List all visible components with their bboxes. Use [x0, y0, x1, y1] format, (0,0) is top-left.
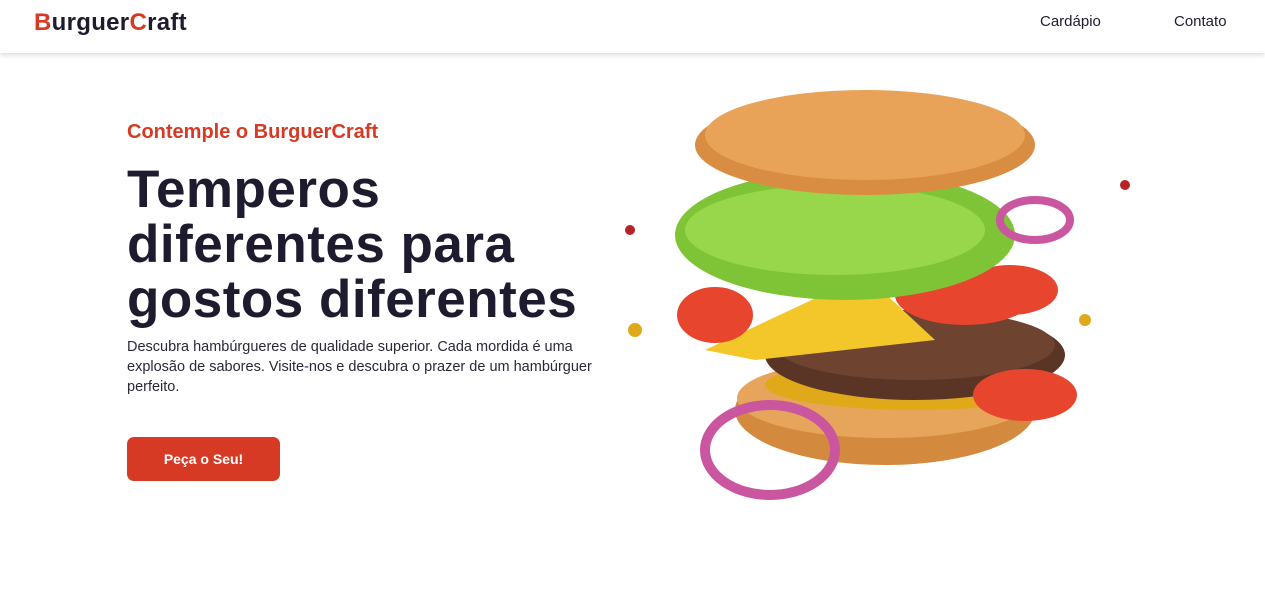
order-button[interactable]: Peça o Seu! [127, 437, 280, 481]
hero-title: Temperos diferentes para gostos diferentes [127, 160, 578, 329]
navbar: BurguerCraft Cardápio Contato [0, 0, 1265, 53]
logo[interactable]: BurguerCraft [34, 9, 187, 37]
hero-subtitle: Contemple o BurguerCraft [127, 121, 379, 143]
hero-description: Descubra hambúrgueres de qualidade super… [127, 339, 592, 395]
burger-image [625, 90, 1130, 500]
nav-link-contato[interactable]: Contato [1174, 13, 1227, 30]
nav-link-cardapio[interactable]: Cardápio [1040, 13, 1101, 30]
